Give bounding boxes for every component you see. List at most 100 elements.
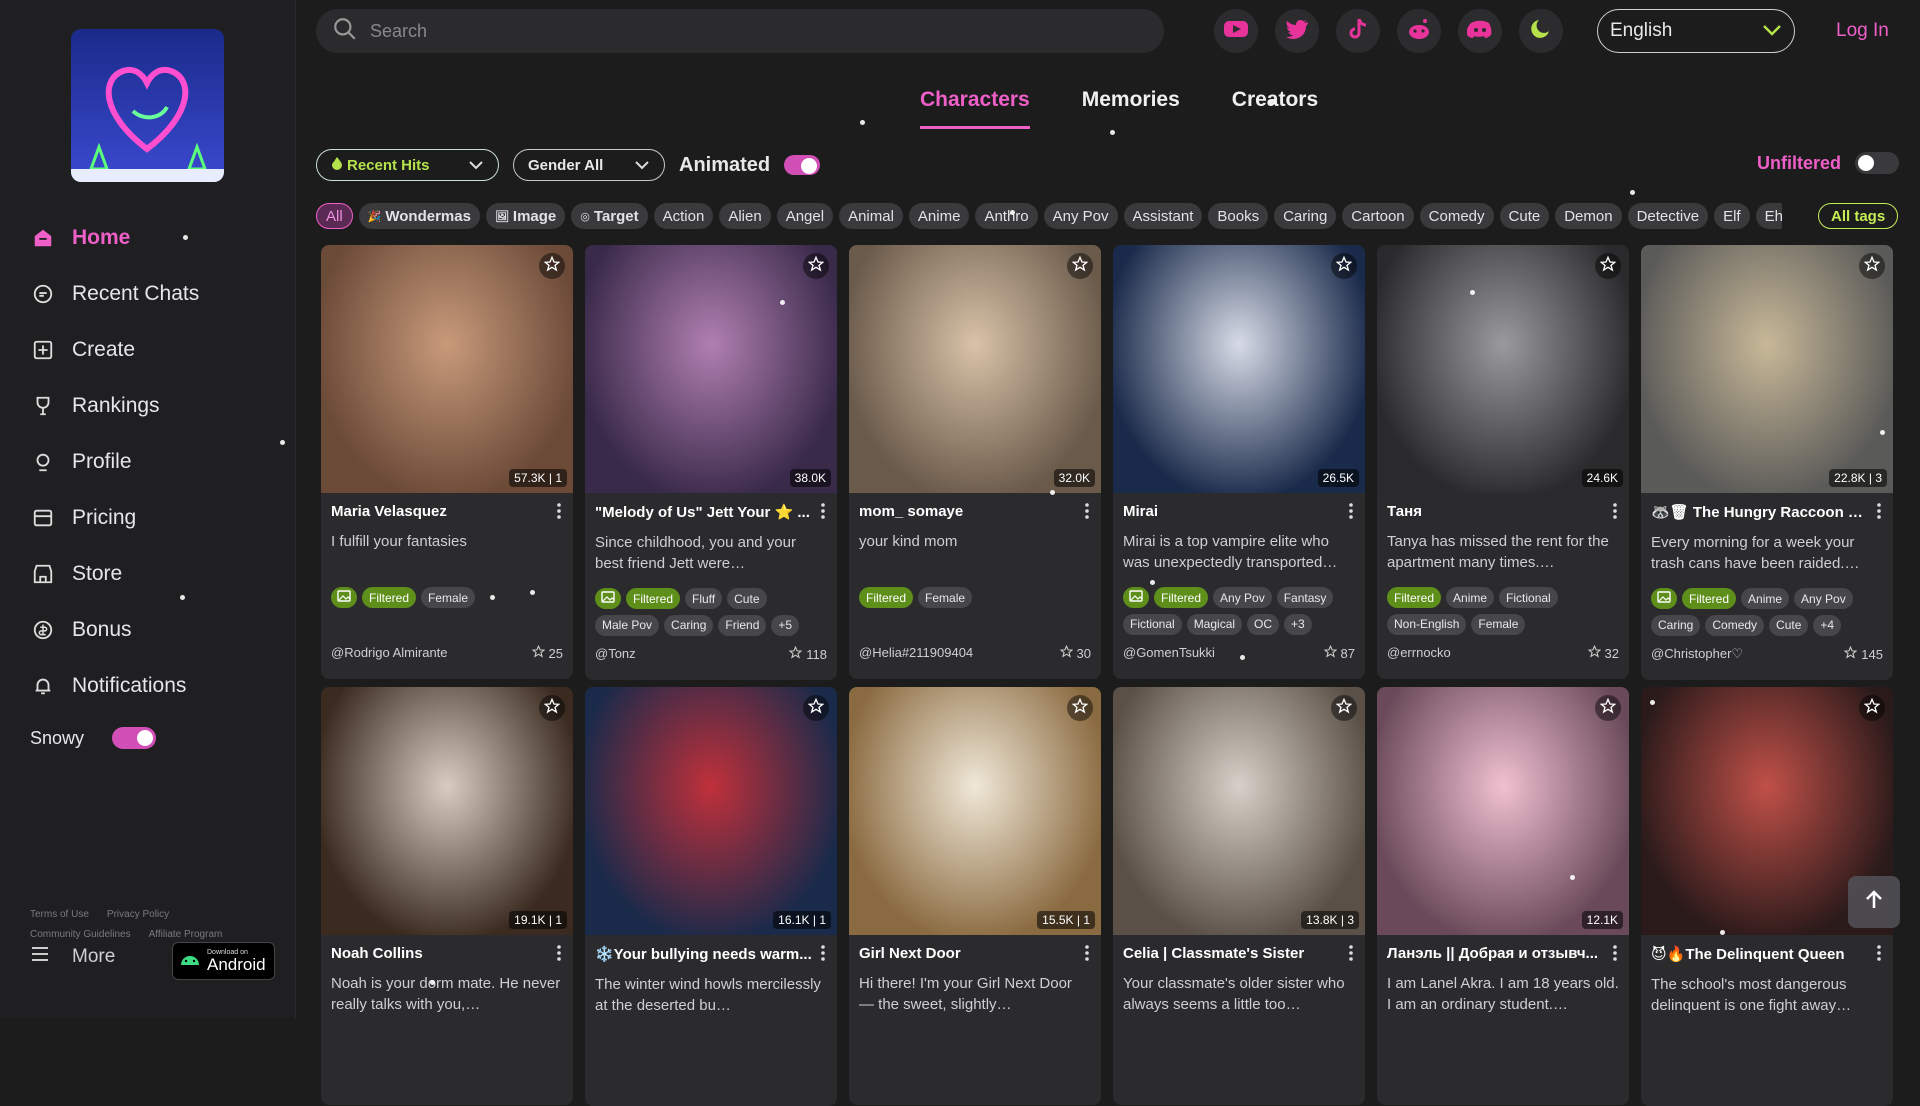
more-vertical-icon[interactable] (1877, 945, 1881, 966)
card-tag-chip[interactable]: Cute (1769, 614, 1809, 636)
card-tag-chip[interactable]: Fictional (1499, 587, 1558, 608)
card-tag-chip[interactable]: Filtered (859, 587, 914, 608)
character-image[interactable]: 38.0K (585, 245, 837, 493)
login-button[interactable]: Log In (1836, 20, 1889, 42)
more-vertical-icon[interactable] (1349, 945, 1353, 966)
youtube-button[interactable] (1214, 9, 1258, 53)
character-name[interactable]: Noah Collins (331, 945, 549, 962)
card-tag-chip[interactable]: Filtered (362, 587, 417, 608)
character-card[interactable]: 24.6K Таня Tanya has missed the rent for t… (1377, 245, 1629, 679)
card-tag-chip[interactable]: Filtered (1387, 587, 1442, 608)
tag-chip[interactable]: Eh (1755, 203, 1782, 229)
tiktok-button[interactable] (1336, 9, 1380, 53)
card-tag-chip[interactable]: +4 (1813, 614, 1842, 636)
tag-chip[interactable]: Any Pov (1043, 203, 1118, 229)
character-image[interactable]: 16.1K | 1 (585, 687, 837, 935)
tag-chip[interactable]: Cute (1499, 203, 1550, 229)
more-button[interactable]: More (30, 945, 115, 969)
gender-dropdown[interactable]: Gender All (513, 149, 665, 181)
sidebar-item-profile[interactable]: Profile (28, 434, 278, 490)
creator-link[interactable]: @GomenTsukki (1123, 645, 1215, 661)
character-name[interactable]: "Melody of Us" Jett Your ⭐ ... (595, 503, 813, 521)
favorite-button[interactable] (803, 695, 829, 721)
character-card[interactable]: 12.1K Ланэль || Добрая и отзывч... I am La… (1377, 687, 1629, 1105)
favorite-button[interactable] (1067, 695, 1093, 721)
card-tag-chip[interactable]: Cute (727, 588, 767, 609)
language-select[interactable]: English (1597, 9, 1795, 53)
card-tag-chip[interactable]: Caring (1651, 614, 1701, 636)
tab-memories[interactable]: Memories (1082, 88, 1180, 129)
more-vertical-icon[interactable] (1613, 945, 1617, 966)
favorite-button[interactable] (1595, 253, 1621, 279)
creator-link[interactable]: @Rodrigo Almirante (331, 645, 448, 661)
card-tag-chip[interactable]: Anime (1741, 588, 1790, 609)
snowy-toggle[interactable] (112, 727, 157, 749)
character-card[interactable]: 57.3K | 1 Maria Velasquez I fulfill your f… (321, 245, 573, 679)
character-name[interactable]: Ланэль || Добрая и отзывч... (1387, 945, 1605, 962)
character-name[interactable]: Girl Next Door (859, 945, 1077, 962)
tag-chip[interactable]: Animal (839, 203, 903, 229)
character-name[interactable]: 😈🔥The Delinquent Queen (1651, 945, 1869, 963)
favorite-button[interactable] (539, 695, 565, 721)
card-tag-chip[interactable]: Filtered (1154, 587, 1209, 608)
android-download-badge[interactable]: Download on Android (172, 942, 275, 980)
favorite-button[interactable] (1595, 695, 1621, 721)
card-tag-chip[interactable]: +3 (1284, 613, 1312, 635)
card-tag-chip[interactable]: Fluff (685, 588, 723, 609)
favorite-button[interactable] (1067, 253, 1093, 279)
favorite-button[interactable] (1859, 253, 1885, 279)
reddit-button[interactable] (1397, 9, 1441, 53)
sidebar-item-bonus[interactable]: Bonus (28, 602, 278, 658)
character-image[interactable]: 19.1K | 1 (321, 687, 573, 935)
creator-link[interactable]: @Christopher♡ (1651, 646, 1743, 662)
creator-link[interactable]: @Tonz (595, 646, 636, 662)
card-tag-chip[interactable]: Filtered (626, 588, 681, 609)
more-vertical-icon[interactable] (1349, 503, 1353, 524)
character-image[interactable]: 22.8K | 3 (1641, 245, 1893, 493)
tab-characters[interactable]: Characters (920, 88, 1030, 129)
card-tag-chip[interactable]: Female (1471, 613, 1526, 635)
character-name[interactable]: Celia | Classmate's Sister (1123, 945, 1341, 962)
character-image[interactable]: 57.3K | 1 (321, 245, 573, 493)
favorite-button[interactable] (539, 253, 565, 279)
sidebar-item-notifications[interactable]: Notifications (28, 658, 278, 714)
tag-chip[interactable]: Comedy (1419, 203, 1494, 229)
tag-chip[interactable]: Cartoon (1342, 203, 1414, 229)
sort-dropdown[interactable]: Recent Hits (316, 149, 499, 181)
more-vertical-icon[interactable] (1877, 503, 1881, 524)
character-image[interactable]: 24.6K (1377, 245, 1629, 493)
sidebar-item-rankings[interactable]: Rankings (28, 378, 278, 434)
character-card[interactable]: 13.8K | 3 Celia | Classmate's Sister Your … (1113, 687, 1365, 1105)
card-tag-chip[interactable]: OC (1247, 613, 1280, 635)
favorite-button[interactable] (1859, 695, 1885, 721)
character-name[interactable]: Таня (1387, 503, 1605, 520)
sidebar-item-pricing[interactable]: Pricing (28, 490, 278, 546)
character-image[interactable]: 32.0K (849, 245, 1101, 493)
character-name[interactable]: 🦝🗑 The Hungry Raccoon G... (1651, 503, 1869, 521)
character-card[interactable]: 15.5K | 1 Girl Next Door Hi there! I'm you… (849, 687, 1101, 1105)
card-tag-chip[interactable]: Male Pov (595, 614, 660, 636)
tag-chip[interactable]: All (316, 203, 353, 229)
sidebar-item-recent-chats[interactable]: Recent Chats (28, 266, 278, 322)
tag-chip[interactable]: Anime (908, 203, 970, 229)
card-tag-chip[interactable]: Any Pov (1794, 588, 1853, 609)
character-image[interactable]: 15.5K | 1 (849, 687, 1101, 935)
favorite-button[interactable] (803, 253, 829, 279)
tag-chip[interactable]: Assistant (1123, 203, 1203, 229)
tag-chip[interactable]: Angel (776, 203, 834, 229)
guidelines-link[interactable]: Community Guidelines (30, 929, 131, 940)
character-name[interactable]: mom_ somaye (859, 503, 1077, 520)
tag-chip[interactable]: 🖼 Image (485, 203, 566, 229)
character-name[interactable]: Mirai (1123, 503, 1341, 520)
character-card[interactable]: 16.1K | 1 ❄️Your bullying needs warm... Th… (585, 687, 837, 1106)
more-vertical-icon[interactable] (1085, 503, 1089, 524)
favorite-button[interactable] (1331, 253, 1357, 279)
animated-toggle[interactable] (784, 155, 821, 175)
character-image[interactable]: 12.1K (1377, 687, 1629, 935)
tag-chip[interactable]: Alien (719, 203, 771, 229)
more-vertical-icon[interactable] (557, 945, 561, 966)
card-tag-chip[interactable]: Fantasy (1276, 587, 1334, 608)
theme-toggle-button[interactable] (1519, 9, 1563, 53)
character-card[interactable]: 26.5K Mirai Mirai is a top vampire elite w… (1113, 245, 1365, 679)
scroll-to-top-button[interactable] (1848, 876, 1900, 928)
